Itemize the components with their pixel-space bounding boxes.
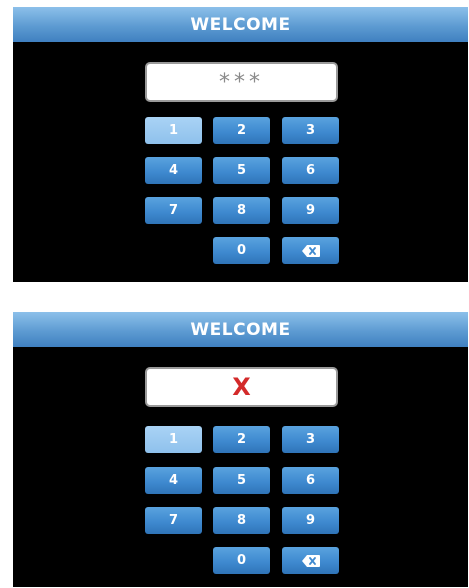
key-5-button[interactable]: 5 — [213, 157, 270, 184]
key-0-button[interactable]: 0 — [213, 237, 270, 264]
key-2-button[interactable]: 2 — [213, 117, 270, 144]
pin-display: *** — [145, 62, 338, 102]
key-8-button[interactable]: 8 — [213, 507, 270, 534]
key-3-button[interactable]: 3 — [282, 426, 339, 453]
keypad-screen: WELCOME *** 1 2 3 4 5 6 7 8 9 0 — [13, 7, 468, 282]
key-label: 9 — [305, 513, 316, 528]
key-label: 3 — [305, 432, 316, 447]
key-4-button[interactable]: 4 — [145, 157, 202, 184]
key-label: 0 — [236, 243, 247, 258]
key-label: 8 — [236, 513, 247, 528]
key-7-button[interactable]: 7 — [145, 197, 202, 224]
key-label: 2 — [236, 123, 247, 138]
key-6-button[interactable]: 6 — [282, 157, 339, 184]
title-text: WELCOME — [190, 319, 291, 340]
backspace-icon — [301, 554, 320, 567]
key-label: 7 — [168, 203, 179, 218]
key-label: 6 — [305, 473, 316, 488]
key-2-button[interactable]: 2 — [213, 426, 270, 453]
backspace-button[interactable] — [282, 237, 339, 264]
key-label: 3 — [305, 123, 316, 138]
key-label: 6 — [305, 163, 316, 178]
key-1-button[interactable]: 1 — [145, 426, 202, 453]
title-bar: WELCOME — [13, 312, 468, 347]
key-label: 7 — [168, 513, 179, 528]
key-label: 4 — [168, 473, 179, 488]
key-0-button[interactable]: 0 — [213, 547, 270, 574]
key-9-button[interactable]: 9 — [282, 507, 339, 534]
key-label: 9 — [305, 203, 316, 218]
key-label: 2 — [236, 432, 247, 447]
key-9-button[interactable]: 9 — [282, 197, 339, 224]
key-label: 1 — [168, 123, 179, 138]
key-label: 5 — [236, 473, 247, 488]
key-7-button[interactable]: 7 — [145, 507, 202, 534]
key-6-button[interactable]: 6 — [282, 467, 339, 494]
key-label: 8 — [236, 203, 247, 218]
keypad-screen: WELCOME X 1 2 3 4 5 6 7 8 9 0 — [13, 312, 468, 587]
key-label: 0 — [236, 553, 247, 568]
key-3-button[interactable]: 3 — [282, 117, 339, 144]
key-1-button[interactable]: 1 — [145, 117, 202, 144]
key-8-button[interactable]: 8 — [213, 197, 270, 224]
key-label: 1 — [168, 432, 179, 447]
pin-display-text: *** — [219, 69, 264, 95]
key-5-button[interactable]: 5 — [213, 467, 270, 494]
title-text: WELCOME — [190, 14, 291, 35]
pin-display: X — [145, 367, 338, 407]
backspace-icon — [301, 244, 320, 257]
backspace-button[interactable] — [282, 547, 339, 574]
key-label: 4 — [168, 163, 179, 178]
title-bar: WELCOME — [13, 7, 468, 42]
pin-error-indicator: X — [232, 373, 251, 401]
key-4-button[interactable]: 4 — [145, 467, 202, 494]
key-label: 5 — [236, 163, 247, 178]
